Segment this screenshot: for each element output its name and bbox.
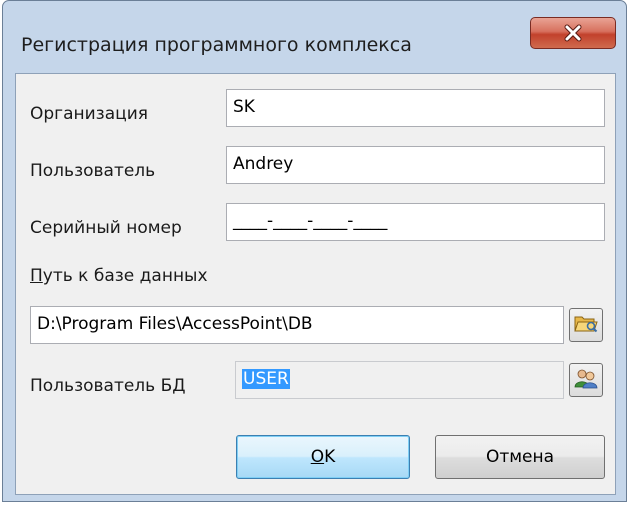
browse-button[interactable] — [569, 308, 603, 342]
ok-button-accesskey: O — [310, 447, 325, 467]
close-button[interactable] — [530, 17, 616, 49]
db-path-label-accesskey: П — [30, 266, 43, 286]
db-user-field[interactable]: USER — [235, 361, 564, 399]
dialog-content: Организация SK Пользователь Andrey Серий… — [15, 73, 616, 495]
db-path-label: Путь к базе данных — [30, 266, 208, 286]
users-icon — [573, 366, 599, 394]
user-field[interactable]: Andrey — [226, 146, 605, 184]
dialog-window: Регистрация программного комплекса Орган… — [2, 0, 627, 502]
folder-open-icon — [573, 311, 599, 339]
ok-button-text: K — [324, 447, 336, 467]
window-title: Регистрация программного комплекса — [21, 34, 412, 56]
user-label: Пользователь — [30, 161, 156, 181]
close-icon — [562, 24, 584, 42]
db-user-button[interactable] — [569, 363, 603, 397]
ok-button[interactable]: OK — [236, 435, 410, 479]
db-user-label: Пользователь БД — [30, 376, 186, 396]
serial-number-field[interactable]: ____-____-____-____ — [226, 203, 605, 241]
organization-field[interactable]: SK — [226, 89, 605, 127]
db-user-selected-text: USER — [242, 369, 290, 389]
organization-label: Организация — [30, 104, 148, 124]
db-path-field[interactable]: D:\Program Files\AccessPoint\DB — [30, 306, 564, 344]
serial-label: Серийный номер — [30, 218, 182, 238]
cancel-button[interactable]: Отмена — [435, 435, 605, 479]
db-path-label-text: уть к базе данных — [42, 266, 208, 286]
